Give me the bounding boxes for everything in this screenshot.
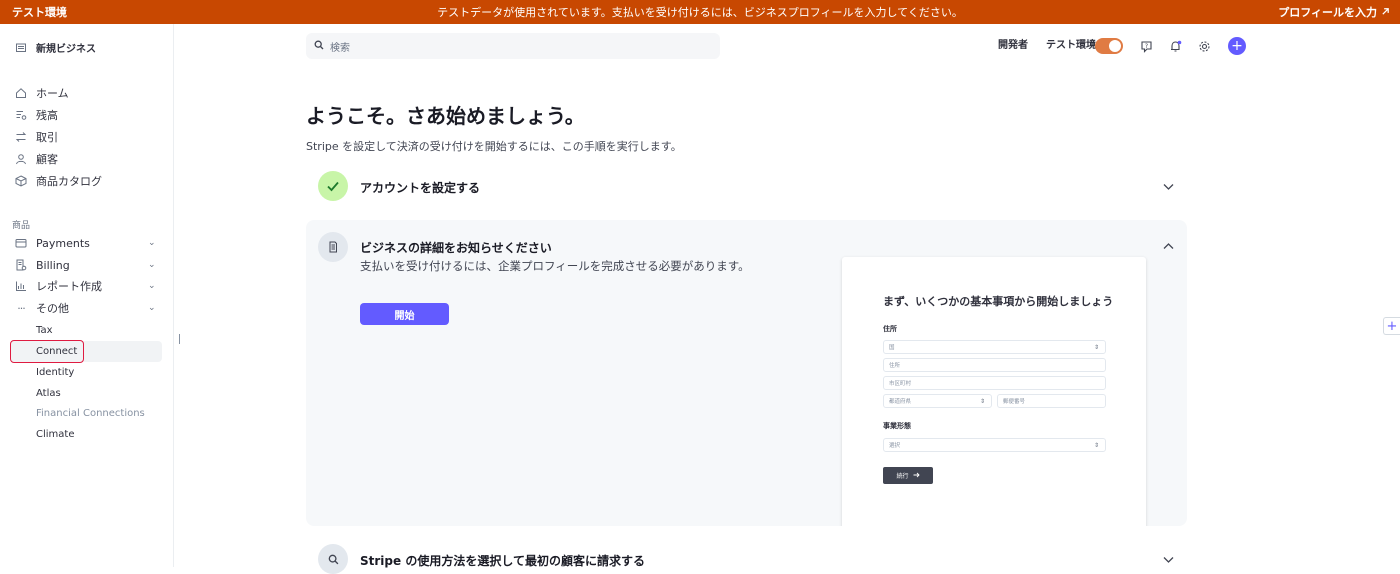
preview-business-type-label: 事業形態 xyxy=(883,422,911,430)
start-button[interactable]: 開始 xyxy=(360,303,449,325)
page-title: ようこそ。さあ始めましょう。 xyxy=(306,104,585,128)
sidebar-item-label: 顧客 xyxy=(36,153,58,166)
sidebar-item-label: ホーム xyxy=(36,87,69,100)
sidebar-item-label: Billing xyxy=(36,258,70,272)
preview-prefecture-select: 都道府県 ⇕ xyxy=(883,394,992,408)
sidebar-item-customers[interactable]: 顧客 xyxy=(14,150,58,168)
chevron-down-icon: ⌄ xyxy=(148,303,156,313)
test-env-label: テスト環境 xyxy=(1046,40,1096,51)
test-mode-banner: テスト環境 テストデータが使用されています。支払いを受け付けるには、ビジネスプロ… xyxy=(0,0,1400,24)
preview-country-placeholder: 国 xyxy=(889,345,895,351)
test-env-toggle[interactable] xyxy=(1095,38,1123,54)
sidebar-item-payments[interactable]: Payments ⌄ xyxy=(14,234,156,252)
reports-icon xyxy=(14,279,28,293)
profile-form-preview: まず、いくつかの基本事項から開始しましょう 住所 国 ⇕ 住所 市区町村 都道府… xyxy=(842,257,1146,526)
preview-business-type-placeholder: 選択 xyxy=(889,443,901,449)
preview-city-field: 市区町村 xyxy=(883,376,1106,390)
sidebar-section-label: 商品 xyxy=(12,221,31,231)
step-description: 支払いを受け付けるには、企業プロフィールを完成させる必要があります。 xyxy=(360,259,750,273)
customer-icon xyxy=(14,152,28,166)
transactions-icon xyxy=(14,130,28,144)
help-icon[interactable]: ? xyxy=(1138,38,1154,54)
preview-business-type-select: 選択 ⇕ xyxy=(883,438,1106,452)
sidebar-subitem-financial-connections[interactable]: Financial Connections xyxy=(36,408,145,419)
sidebar-item-label: 取引 xyxy=(36,131,58,144)
side-panel-plus-icon[interactable]: + xyxy=(1383,317,1400,335)
connect-highlight-box xyxy=(10,340,84,363)
check-icon xyxy=(318,171,348,201)
billing-icon xyxy=(14,258,28,272)
preview-address-field: 住所 xyxy=(883,358,1106,372)
sidebar-subitem-tax[interactable]: Tax xyxy=(36,325,53,336)
preview-country-select: 国 ⇕ xyxy=(883,340,1106,354)
sidebar-item-balance[interactable]: 残高 xyxy=(14,106,58,124)
preview-form-title: まず、いくつかの基本事項から開始しましょう xyxy=(883,295,1114,308)
preview-address-placeholder: 住所 xyxy=(889,363,901,369)
sidebar-item-label: レポート作成 xyxy=(36,280,102,293)
payments-icon xyxy=(14,236,28,250)
sidebar-item-product-catalog[interactable]: 商品カタログ xyxy=(14,172,102,190)
step-title: Stripe の使用方法を選択して最初の顧客に請求する xyxy=(360,554,645,568)
sidebar-subitem-climate[interactable]: Climate xyxy=(36,429,74,440)
chevron-down-icon xyxy=(1162,551,1175,570)
step-choose-usage[interactable]: Stripe の使用方法を選択して最初の顧客に請求する xyxy=(306,542,1187,574)
sidebar-subitem-identity[interactable]: Identity xyxy=(36,367,74,378)
preview-postal-placeholder: 郵便番号 xyxy=(1003,399,1026,405)
store-icon xyxy=(14,40,28,54)
select-arrows-icon: ⇕ xyxy=(1093,343,1099,351)
more-icon: ··· xyxy=(17,301,26,315)
sidebar-item-billing[interactable]: Billing ⌄ xyxy=(14,256,156,274)
step-account-setup[interactable]: アカウントを設定する xyxy=(306,170,1187,202)
step-title: アカウントを設定する xyxy=(360,181,481,195)
sidebar: 新規ビジネス ホーム 残高 取引 顧客 商品カタログ 商品 Payments ⌄… xyxy=(0,24,174,567)
chevron-down-icon: ⌄ xyxy=(148,281,156,291)
developers-link[interactable]: 開発者 xyxy=(998,36,1028,51)
complete-profile-link[interactable]: プロフィールを入力 xyxy=(1278,4,1390,20)
chevron-down-icon: ⌄ xyxy=(148,260,156,270)
search-bar[interactable]: 検索 xyxy=(306,33,720,59)
sidebar-item-reports[interactable]: レポート作成 ⌄ xyxy=(14,277,156,295)
search-icon xyxy=(318,544,348,574)
preview-city-placeholder: 市区町村 xyxy=(889,381,912,387)
account-name: 新規ビジネス xyxy=(36,43,96,55)
preview-prefecture-placeholder: 都道府県 xyxy=(889,399,912,405)
select-arrows-icon: ⇕ xyxy=(1093,441,1099,449)
select-arrows-icon: ⇕ xyxy=(979,397,985,405)
preview-continue-label: 続行 xyxy=(896,473,909,480)
sidebar-item-label: 残高 xyxy=(36,109,58,122)
preview-address-label: 住所 xyxy=(883,325,897,333)
preview-continue-button: 続行 xyxy=(883,467,933,484)
complete-profile-label: プロフィールを入力 xyxy=(1278,6,1377,19)
sidebar-item-label: Payments xyxy=(36,236,90,250)
product-catalog-icon xyxy=(14,174,28,188)
chevron-up-icon[interactable] xyxy=(1162,238,1175,257)
arrow-right-icon xyxy=(913,472,920,480)
home-icon xyxy=(14,86,28,100)
svg-text:?: ? xyxy=(1144,42,1147,49)
step-business-details: ビジネスの詳細をお知らせください 支払いを受け付けるには、企業プロフィールを完成… xyxy=(306,220,1187,526)
account-switcher[interactable]: 新規ビジネス xyxy=(14,38,96,56)
sidebar-item-home[interactable]: ホーム xyxy=(14,84,69,102)
toggle-knob xyxy=(1109,40,1121,52)
step-title: ビジネスの詳細をお知らせください xyxy=(360,241,552,255)
search-icon xyxy=(314,40,324,53)
create-new-plus-icon[interactable]: + xyxy=(1228,37,1246,55)
sidebar-item-label: 商品カタログ xyxy=(36,175,102,188)
settings-gear-icon[interactable] xyxy=(1196,38,1212,54)
page-subtitle: Stripe を設定して決済の受け付けを開始するには、この手順を実行します。 xyxy=(306,140,682,153)
sidebar-subitem-atlas[interactable]: Atlas xyxy=(36,388,61,399)
sidebar-item-label: その他 xyxy=(36,302,69,315)
balance-icon xyxy=(14,108,28,122)
document-icon xyxy=(318,232,348,262)
sidebar-item-more[interactable]: ··· その他 ⌄ xyxy=(14,299,155,317)
search-placeholder: 検索 xyxy=(330,42,350,54)
banner-message: テストデータが使用されています。支払いを受け付けるには、ビジネスプロフィールを入… xyxy=(437,6,963,19)
chevron-down-icon xyxy=(1162,178,1175,197)
sidebar-resize-handle[interactable] xyxy=(179,334,180,344)
arrow-up-right-icon xyxy=(1381,6,1390,19)
chevron-down-icon: ⌄ xyxy=(148,238,156,248)
sidebar-item-transactions[interactable]: 取引 xyxy=(14,128,58,146)
preview-postal-field: 郵便番号 xyxy=(997,394,1106,408)
notification-bell-icon[interactable] xyxy=(1167,38,1183,54)
